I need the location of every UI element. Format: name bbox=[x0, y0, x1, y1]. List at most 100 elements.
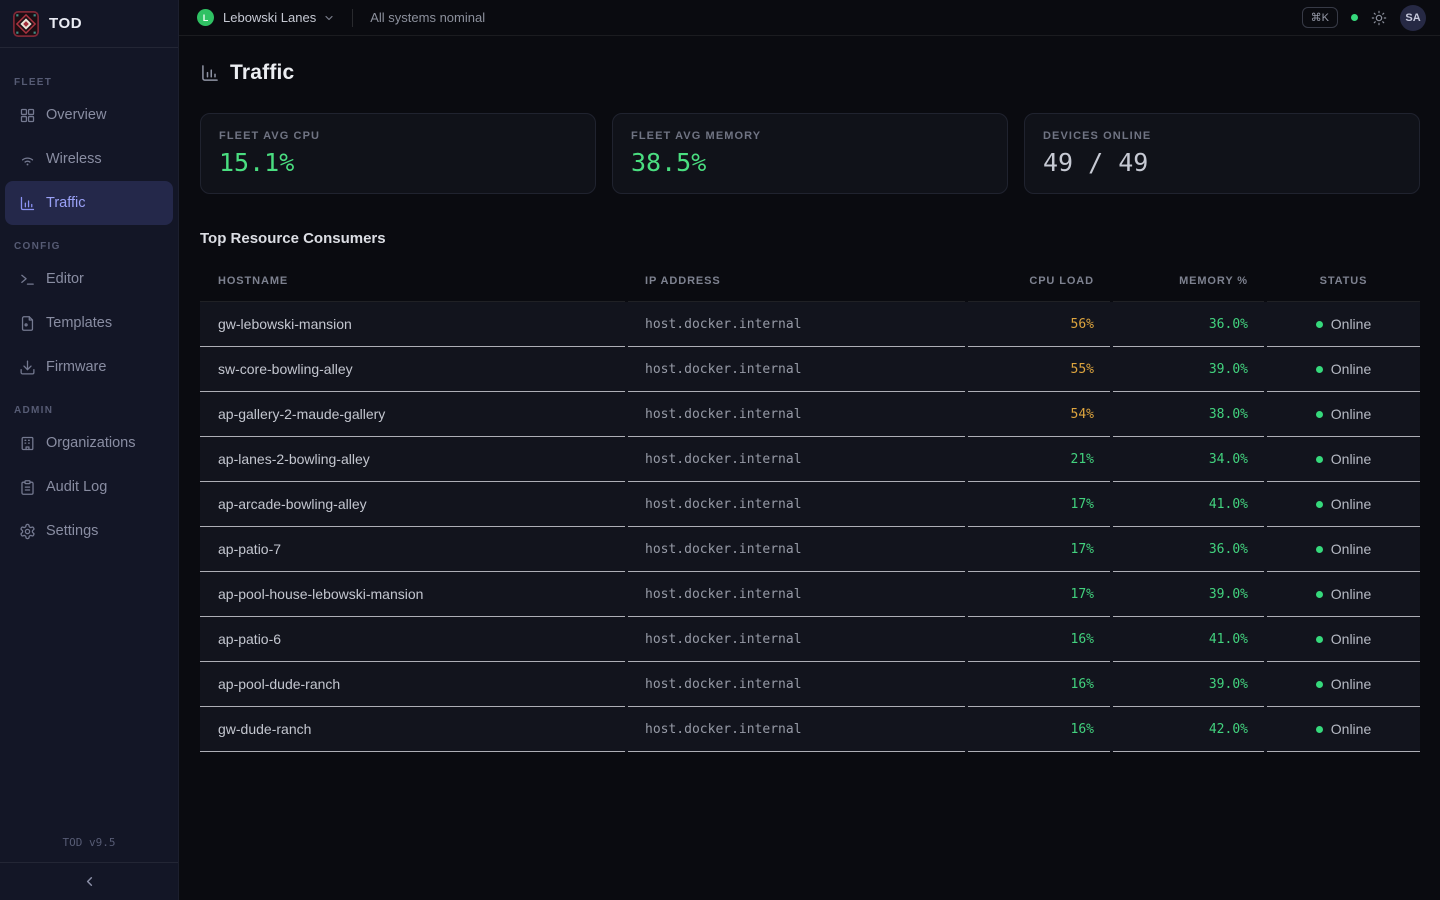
sidebar-item-label: Overview bbox=[46, 107, 106, 123]
sidebar-collapse-button[interactable] bbox=[0, 862, 178, 900]
table-row[interactable]: sw-core-bowling-alley host.docker.intern… bbox=[200, 347, 1420, 392]
column-header-ip-address: IP ADDRESS bbox=[628, 260, 965, 302]
online-status-dot bbox=[1316, 546, 1323, 553]
status-cell: Online bbox=[1267, 707, 1420, 752]
hostname-cell: ap-pool-dude-ranch bbox=[200, 662, 625, 707]
column-header-memory: MEMORY % bbox=[1113, 260, 1264, 302]
terminal-icon bbox=[19, 271, 36, 288]
cpu-load-cell: 17% bbox=[968, 572, 1110, 617]
hostname-cell: ap-arcade-bowling-alley bbox=[200, 482, 625, 527]
bar-chart-icon bbox=[19, 195, 36, 212]
online-status-dot bbox=[1316, 681, 1323, 688]
user-avatar[interactable]: SA bbox=[1400, 5, 1426, 31]
sidebar-item-label: Settings bbox=[46, 523, 98, 539]
sidebar: TOD FLEET Overview Wireless Traffic CONF… bbox=[0, 0, 179, 900]
sidebar-item-overview[interactable]: Overview bbox=[5, 93, 173, 137]
topbar-actions: ⌘K SA bbox=[1302, 5, 1426, 31]
status-label: Online bbox=[1331, 721, 1371, 737]
page-title: Traffic bbox=[230, 61, 294, 85]
sidebar-item-label: Audit Log bbox=[46, 479, 107, 495]
sidebar-item-settings[interactable]: Settings bbox=[5, 509, 173, 553]
memory-cell: 39.0% bbox=[1113, 662, 1264, 707]
ip-address-cell: host.docker.internal bbox=[628, 392, 965, 437]
status-cell: Online bbox=[1267, 302, 1420, 347]
table-row[interactable]: gw-lebowski-mansion host.docker.internal… bbox=[200, 302, 1420, 347]
sidebar-item-wireless[interactable]: Wireless bbox=[5, 137, 173, 181]
status-cell: Online bbox=[1267, 482, 1420, 527]
nav-section-fleet: FLEET bbox=[0, 77, 178, 88]
hostname-cell: ap-gallery-2-maude-gallery bbox=[200, 392, 625, 437]
hostname-cell: ap-lanes-2-bowling-alley bbox=[200, 437, 625, 482]
online-status-dot bbox=[1316, 636, 1323, 643]
theme-toggle-sun-icon[interactable] bbox=[1371, 10, 1387, 26]
cpu-load-cell: 16% bbox=[968, 617, 1110, 662]
table-row[interactable]: ap-pool-dude-ranch host.docker.internal … bbox=[200, 662, 1420, 707]
status-label: Online bbox=[1331, 541, 1371, 557]
sidebar-item-firmware[interactable]: Firmware bbox=[5, 345, 173, 389]
memory-cell: 42.0% bbox=[1113, 707, 1264, 752]
org-avatar: L bbox=[197, 9, 214, 26]
chevron-down-icon[interactable] bbox=[323, 12, 335, 24]
status-label: Online bbox=[1331, 676, 1371, 692]
brand-header: TOD bbox=[0, 0, 178, 48]
cpu-load-cell: 54% bbox=[968, 392, 1110, 437]
file-icon bbox=[19, 315, 36, 332]
command-palette-button[interactable]: ⌘K bbox=[1302, 7, 1338, 28]
sidebar-item-label: Firmware bbox=[46, 359, 106, 375]
bar-chart-icon bbox=[200, 63, 220, 83]
stat-label: DEVICES ONLINE bbox=[1043, 130, 1401, 142]
sidebar-item-label: Traffic bbox=[46, 195, 85, 211]
sidebar-nav: FLEET Overview Wireless Traffic CONFIG bbox=[0, 48, 178, 553]
ip-address-cell: host.docker.internal bbox=[628, 572, 965, 617]
online-status-dot bbox=[1316, 591, 1323, 598]
status-cell: Online bbox=[1267, 347, 1420, 392]
sidebar-footer: TOD v9.5 bbox=[0, 826, 178, 900]
org-switcher[interactable]: Lebowski Lanes bbox=[223, 10, 316, 25]
memory-cell: 38.0% bbox=[1113, 392, 1264, 437]
cpu-load-cell: 56% bbox=[968, 302, 1110, 347]
hostname-cell: ap-patio-7 bbox=[200, 527, 625, 572]
nav-section-admin: ADMIN bbox=[0, 405, 178, 416]
table-row[interactable]: ap-arcade-bowling-alley host.docker.inte… bbox=[200, 482, 1420, 527]
memory-cell: 34.0% bbox=[1113, 437, 1264, 482]
stat-label: FLEET AVG MEMORY bbox=[631, 130, 989, 142]
table-row[interactable]: ap-gallery-2-maude-gallery host.docker.i… bbox=[200, 392, 1420, 437]
stat-label: FLEET AVG CPU bbox=[219, 130, 577, 142]
chevron-left-icon bbox=[82, 874, 97, 889]
status-label: Online bbox=[1331, 316, 1371, 332]
table-row[interactable]: gw-dude-ranch host.docker.internal 16% 4… bbox=[200, 707, 1420, 752]
status-label: Online bbox=[1331, 631, 1371, 647]
sidebar-item-editor[interactable]: Editor bbox=[5, 257, 173, 301]
status-cell: Online bbox=[1267, 662, 1420, 707]
memory-cell: 36.0% bbox=[1113, 527, 1264, 572]
sidebar-item-templates[interactable]: Templates bbox=[5, 301, 173, 345]
system-status-text: All systems nominal bbox=[370, 10, 485, 25]
sidebar-item-organizations[interactable]: Organizations bbox=[5, 421, 173, 465]
stat-card-devices-online: DEVICES ONLINE 49 / 49 bbox=[1024, 113, 1420, 194]
table-header: HOSTNAME IP ADDRESS CPU LOAD MEMORY % ST… bbox=[200, 260, 1420, 302]
table-row[interactable]: ap-patio-6 host.docker.internal 16% 41.0… bbox=[200, 617, 1420, 662]
status-cell: Online bbox=[1267, 437, 1420, 482]
grid-icon bbox=[19, 107, 36, 124]
stat-value: 49 / 49 bbox=[1043, 148, 1401, 177]
page-content: Traffic FLEET AVG CPU 15.1% FLEET AVG ME… bbox=[179, 36, 1440, 752]
stat-cards: FLEET AVG CPU 15.1% FLEET AVG MEMORY 38.… bbox=[200, 113, 1420, 194]
sidebar-item-label: Organizations bbox=[46, 435, 135, 451]
status-label: Online bbox=[1331, 586, 1371, 602]
table-row[interactable]: ap-patio-7 host.docker.internal 17% 36.0… bbox=[200, 527, 1420, 572]
online-status-dot bbox=[1316, 321, 1323, 328]
status-cell: Online bbox=[1267, 617, 1420, 662]
status-cell: Online bbox=[1267, 392, 1420, 437]
online-status-dot bbox=[1316, 726, 1323, 733]
table-row[interactable]: ap-lanes-2-bowling-alley host.docker.int… bbox=[200, 437, 1420, 482]
ip-address-cell: host.docker.internal bbox=[628, 662, 965, 707]
health-status-dot bbox=[1351, 14, 1358, 21]
table-body: gw-lebowski-mansion host.docker.internal… bbox=[200, 302, 1420, 752]
ip-address-cell: host.docker.internal bbox=[628, 302, 965, 347]
table-row[interactable]: ap-pool-house-lebowski-mansion host.dock… bbox=[200, 572, 1420, 617]
memory-cell: 36.0% bbox=[1113, 302, 1264, 347]
nav-section-config: CONFIG bbox=[0, 241, 178, 252]
sidebar-item-audit-log[interactable]: Audit Log bbox=[5, 465, 173, 509]
hostname-cell: sw-core-bowling-alley bbox=[200, 347, 625, 392]
sidebar-item-traffic[interactable]: Traffic bbox=[5, 181, 173, 225]
